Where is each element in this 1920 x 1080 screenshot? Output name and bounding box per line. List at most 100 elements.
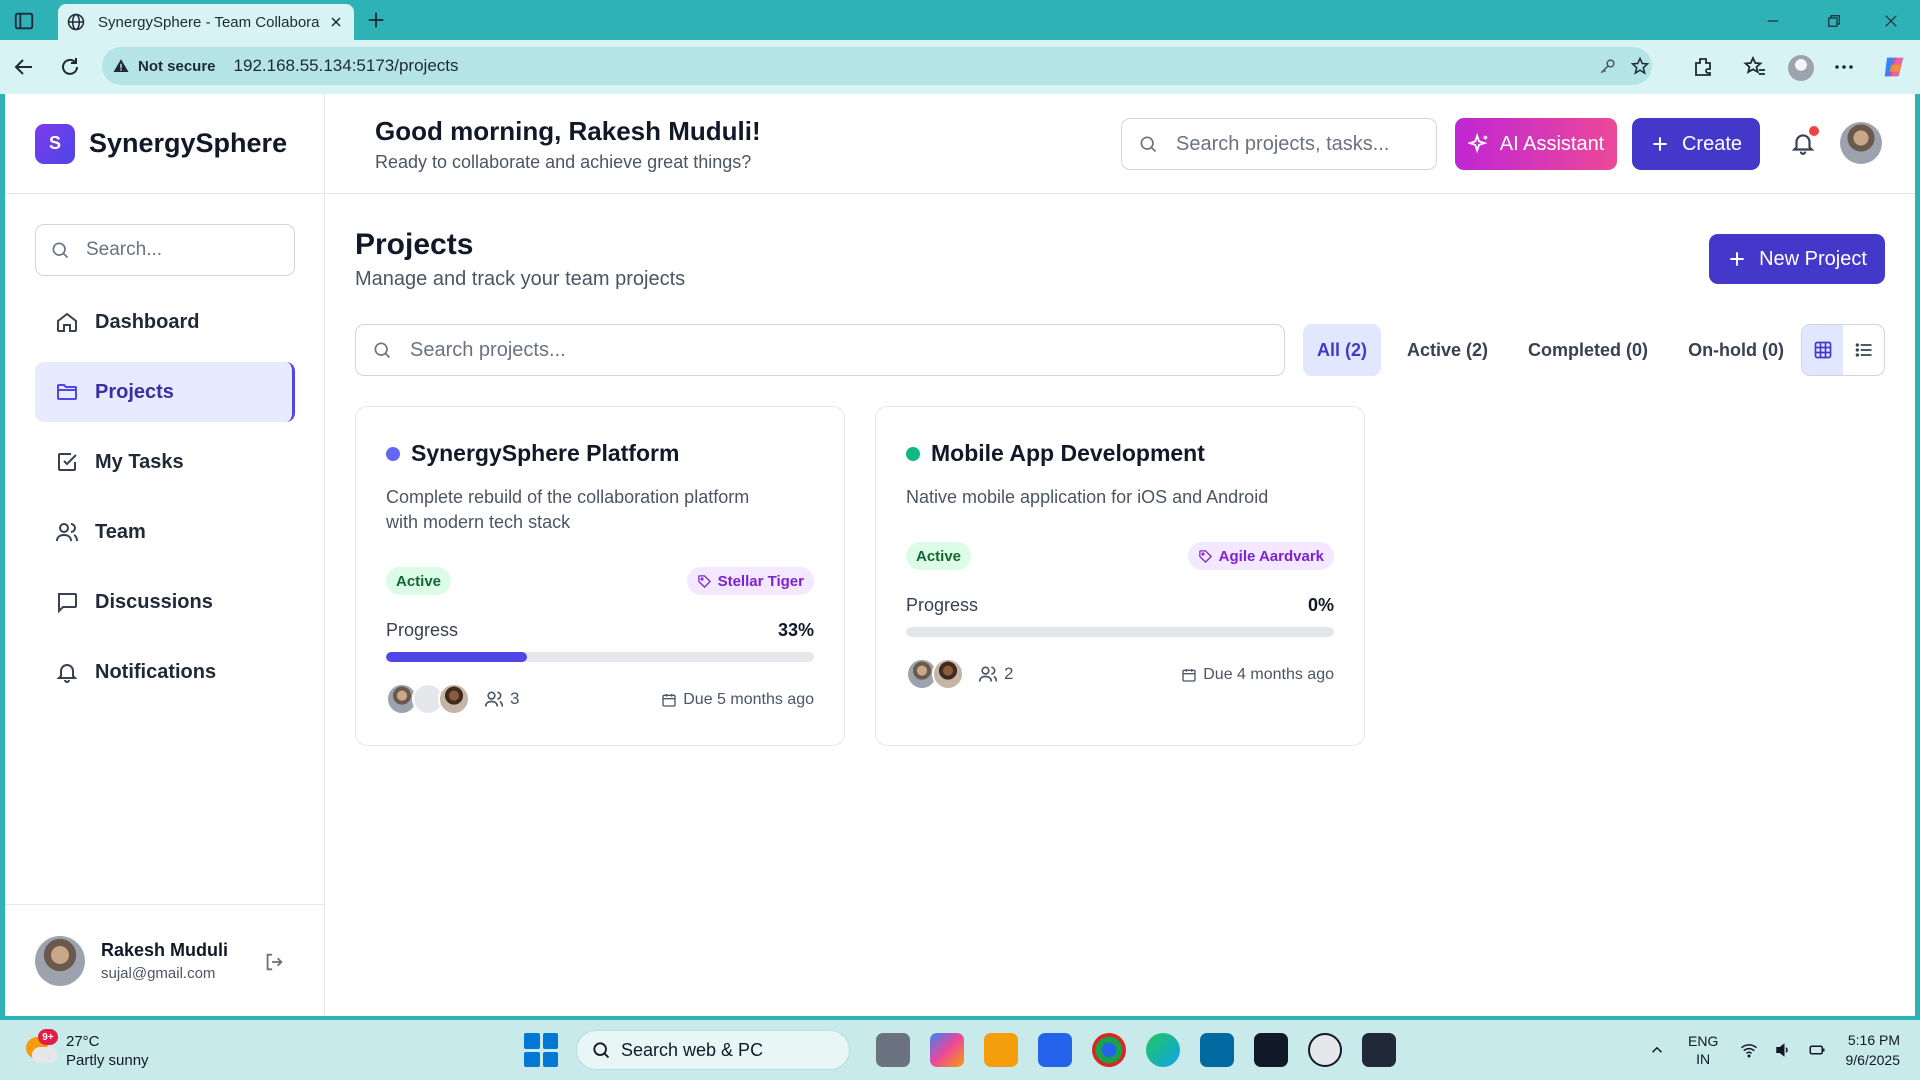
sidebar-item-projects[interactable]: Projects — [35, 362, 295, 422]
list-view-button[interactable] — [1843, 325, 1884, 375]
chevron-up-icon[interactable] — [1648, 1041, 1666, 1059]
extensions-icon[interactable] — [1691, 55, 1715, 79]
status-badge: Active — [906, 542, 972, 570]
address-bar[interactable]: Not secure 192.168.55.134:5173/projects — [102, 47, 1652, 85]
terminal-icon[interactable] — [1362, 1033, 1396, 1067]
tab-actions-icon[interactable] — [13, 10, 35, 32]
grid-icon — [1814, 341, 1831, 359]
filter-completed[interactable]: Completed (0) — [1514, 324, 1662, 376]
filter-on-hold[interactable]: On-hold (0) — [1674, 324, 1798, 376]
sidebar-item-label: Projects — [95, 380, 174, 403]
status-filters: All (2) Active (2) Completed (0) On-hold… — [1303, 324, 1810, 376]
project-card[interactable]: Mobile App Development Native mobile app… — [875, 406, 1365, 746]
progress-bar — [386, 652, 814, 662]
more-menu-icon[interactable] — [1832, 55, 1856, 79]
tab-title: SynergySphere - Team Collaborat — [98, 13, 320, 31]
back-icon[interactable] — [12, 55, 36, 79]
sidebar-item-team[interactable]: Team — [35, 502, 295, 562]
sidebar-item-discussions[interactable]: Discussions — [35, 572, 295, 632]
sidebar-search-input[interactable]: Search... — [35, 224, 295, 276]
browser-tab[interactable]: SynergySphere - Team Collaborat — [58, 4, 354, 40]
close-tab-icon[interactable] — [328, 14, 344, 30]
new-tab-icon[interactable] — [365, 9, 387, 31]
member-avatar[interactable] — [438, 683, 470, 715]
copilot-app-icon[interactable] — [930, 1033, 964, 1067]
project-members[interactable]: 3 — [386, 683, 519, 715]
sidebar-user-profile[interactable]: Rakesh Muduli sujal@gmail.com — [5, 904, 325, 1016]
refresh-icon[interactable] — [58, 55, 82, 79]
sidebar-item-label: Discussions — [95, 590, 213, 613]
users-icon — [484, 691, 504, 707]
project-search-placeholder: Search projects... — [410, 338, 566, 361]
wifi-icon[interactable] — [1740, 1041, 1758, 1059]
users-icon — [978, 666, 998, 682]
edge-icon[interactable] — [1146, 1033, 1180, 1067]
page-title: Projects — [355, 228, 474, 261]
weather-icon: 9+ — [22, 1029, 58, 1069]
project-tag-label: Agile Aardvark — [1218, 547, 1324, 565]
new-project-button[interactable]: New Project — [1709, 234, 1885, 284]
chrome-icon[interactable] — [1092, 1033, 1126, 1067]
due-date: Due 4 months ago — [1181, 666, 1334, 684]
favorite-star-icon[interactable] — [1630, 56, 1650, 76]
global-search-input[interactable]: Search projects, tasks... — [1121, 118, 1437, 170]
sidebar-item-notifications[interactable]: Notifications — [35, 642, 295, 702]
close-window-icon[interactable] — [1882, 12, 1900, 30]
member-avatar[interactable] — [932, 658, 964, 690]
project-tag-label: Stellar Tiger — [717, 572, 804, 590]
volume-icon[interactable] — [1774, 1041, 1792, 1059]
language-indicator[interactable]: ENG IN — [1688, 1032, 1718, 1068]
url-text[interactable]: 192.168.55.134:5173/projects — [234, 56, 459, 76]
file-explorer-icon[interactable] — [984, 1033, 1018, 1067]
taskbar-search[interactable]: Search web & PC — [576, 1030, 850, 1070]
logout-icon[interactable] — [263, 951, 285, 973]
user-avatar[interactable] — [35, 935, 85, 986]
filter-all[interactable]: All (2) — [1303, 324, 1382, 376]
outlook-icon[interactable] — [1200, 1033, 1234, 1067]
filter-active[interactable]: Active (2) — [1393, 324, 1502, 376]
project-color-dot — [386, 447, 400, 461]
global-search-placeholder: Search projects, tasks... — [1176, 132, 1390, 155]
task-view-icon[interactable] — [876, 1033, 910, 1067]
restore-icon[interactable] — [1825, 12, 1843, 30]
check-square-icon — [58, 453, 77, 471]
store-icon[interactable] — [1038, 1033, 1072, 1067]
sidebar-item-label: Notifications — [95, 660, 217, 683]
ai-assistant-button[interactable]: AI Assistant — [1455, 118, 1617, 170]
projects-page: Projects Manage and track your team proj… — [325, 194, 1915, 1016]
battery-icon[interactable] — [1808, 1041, 1826, 1059]
project-card[interactable]: SynergySphere Platform Complete rebuild … — [355, 406, 845, 746]
profile-icon[interactable] — [1788, 55, 1814, 81]
project-title[interactable]: Mobile App Development — [931, 440, 1205, 467]
project-search-input[interactable]: Search projects... — [355, 324, 1285, 376]
project-title[interactable]: SynergySphere Platform — [411, 440, 679, 467]
tag-icon — [697, 574, 711, 588]
weather-widget[interactable]: 9+ 27°C Partly sunny — [22, 1029, 149, 1070]
create-button[interactable]: Create — [1632, 118, 1760, 170]
progress-label: Progress — [906, 595, 979, 615]
chatgpt-icon[interactable] — [1308, 1033, 1342, 1067]
grid-view-button[interactable] — [1802, 325, 1843, 375]
clock[interactable]: 5:16 PM 9/6/2025 — [1840, 1030, 1901, 1070]
minimize-icon[interactable] — [1764, 12, 1782, 30]
app-icon[interactable] — [1254, 1033, 1288, 1067]
due-date: Due 5 months ago — [661, 691, 814, 709]
top-header: Good morning, Rakesh Muduli! Ready to co… — [325, 94, 1915, 194]
start-button[interactable] — [524, 1033, 558, 1067]
user-name: Rakesh Muduli — [101, 939, 229, 960]
taskbar-apps: Search web & PC — [524, 1028, 1406, 1072]
header-avatar[interactable] — [1840, 122, 1882, 164]
warning-icon[interactable] — [112, 57, 130, 75]
list-icon — [1855, 343, 1871, 357]
brand[interactable]: S SynergySphere — [5, 94, 324, 194]
copilot-icon[interactable] — [1880, 53, 1908, 81]
key-icon[interactable] — [1598, 56, 1618, 76]
sidebar-item-my-tasks[interactable]: My Tasks — [35, 432, 295, 492]
sidebar-item-label: My Tasks — [95, 450, 184, 473]
sidebar-item-dashboard[interactable]: Dashboard — [35, 292, 295, 352]
project-members[interactable]: 2 — [906, 658, 1013, 690]
clock-time: 5:16 PM — [1847, 1032, 1900, 1048]
favorites-icon[interactable] — [1743, 55, 1767, 79]
security-label[interactable]: Not secure — [138, 58, 216, 75]
app-window: S SynergySphere Search... Dashboard Proj… — [5, 94, 1915, 1016]
